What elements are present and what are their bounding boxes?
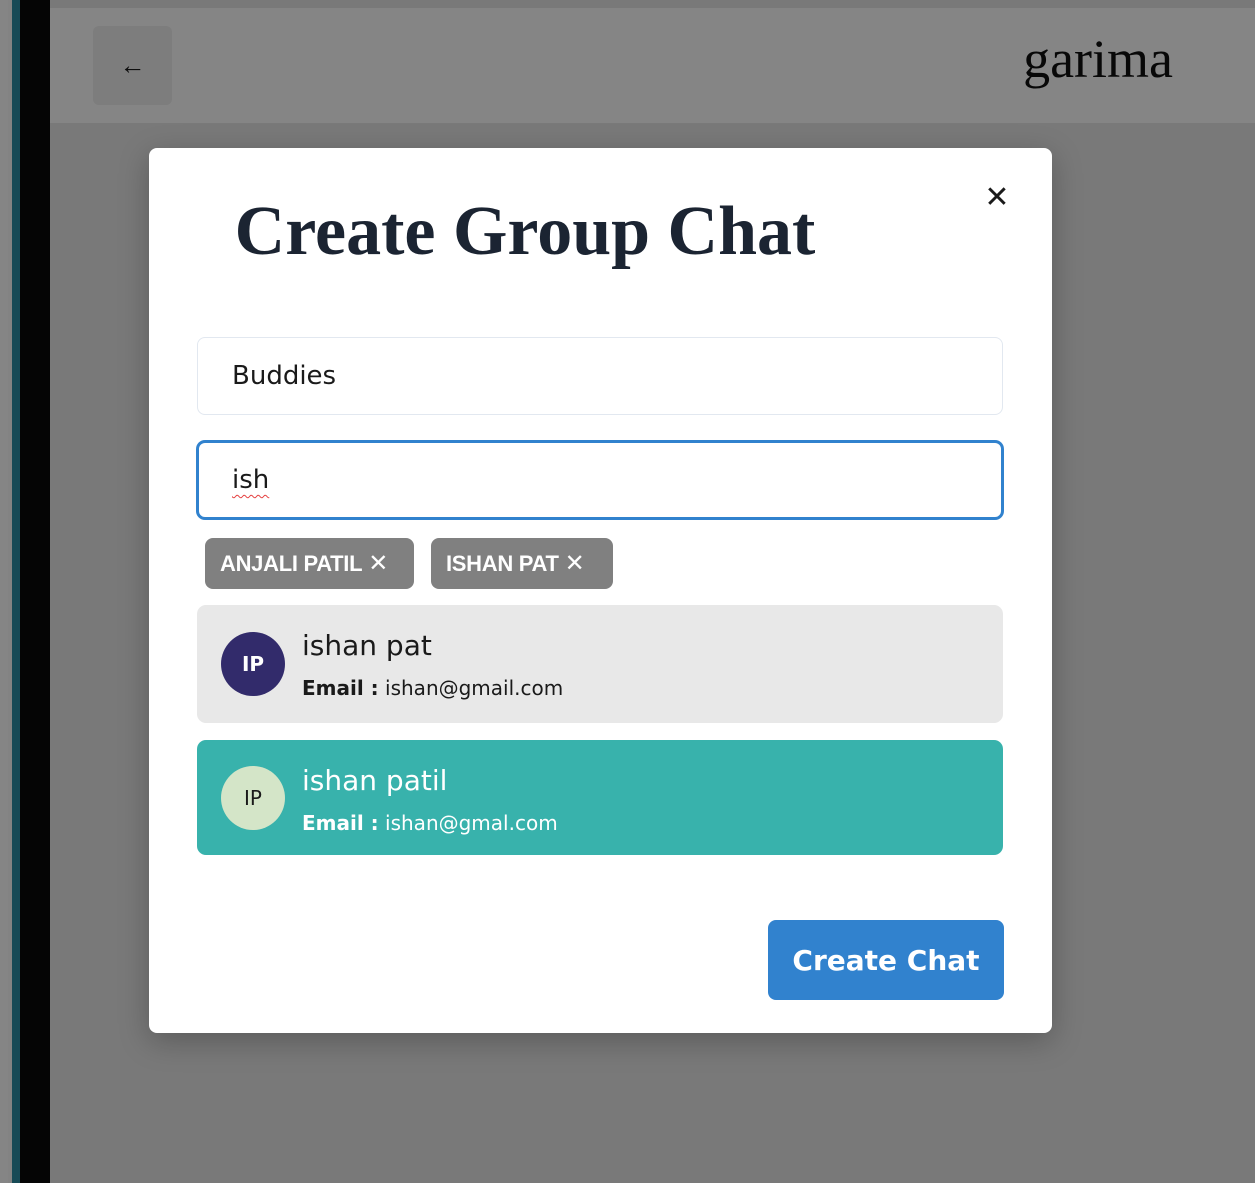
email-value: ishan@gmail.com: [385, 676, 564, 700]
selected-user-chip: ISHAN PAT ✕: [431, 538, 613, 589]
create-group-chat-modal: [149, 148, 1052, 1033]
email-value: ishan@gmal.com: [385, 811, 558, 835]
user-name: ishan pat: [302, 629, 432, 662]
close-icon[interactable]: ✕: [368, 549, 388, 578]
close-button[interactable]: ✕: [976, 176, 1018, 218]
user-name: ishan patil: [302, 764, 448, 797]
user-email: Email : ishan@gmail.com: [302, 676, 563, 700]
avatar: IP: [221, 632, 285, 696]
close-icon[interactable]: ✕: [565, 549, 585, 578]
avatar: IP: [221, 766, 285, 830]
group-name-input[interactable]: Buddies: [197, 337, 1003, 415]
search-value: ish: [232, 465, 270, 495]
add-users-search-input[interactable]: ish: [197, 441, 1003, 519]
close-icon: ✕: [984, 180, 1010, 214]
chip-label: ISHAN PAT: [446, 550, 559, 576]
email-label: Email :: [302, 676, 379, 700]
create-chat-button[interactable]: Create Chat: [768, 920, 1004, 1000]
email-label: Email :: [302, 811, 379, 835]
user-search-result[interactable]: IP ishan pat Email : ishan@gmail.com: [197, 605, 1003, 723]
user-search-result-highlighted[interactable]: IP ishan patil Email : ishan@gmal.com: [197, 740, 1003, 855]
chip-label: ANJALI PATIL: [220, 550, 363, 576]
user-email: Email : ishan@gmal.com: [302, 811, 558, 835]
modal-title: Create Group Chat: [234, 193, 816, 270]
selected-user-chip: ANJALI PATIL ✕: [205, 538, 414, 589]
group-name-value: Buddies: [232, 361, 337, 391]
